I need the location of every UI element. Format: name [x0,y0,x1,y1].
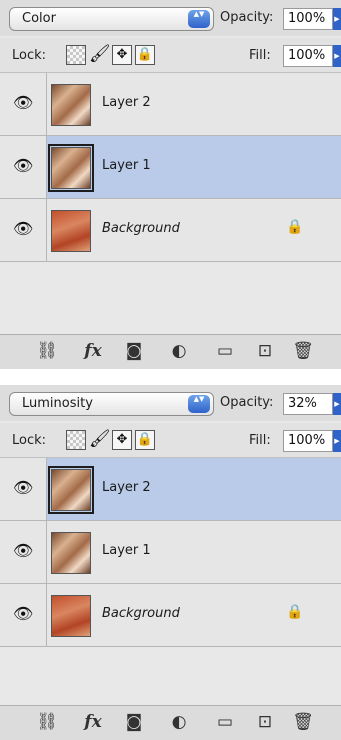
visibility-cell[interactable]: 👁 [0,584,47,646]
layer-row-background[interactable]: 👁 Background 🔒 [0,584,341,647]
visibility-cell[interactable]: 👁 [0,521,47,583]
visibility-cell[interactable]: 👁 [0,136,47,198]
lock-label: Lock: [12,433,47,448]
lock-image-pixels-icon[interactable]: 🖌 [89,430,111,450]
link-layers-icon[interactable]: ⛓ [32,711,62,733]
eye-icon[interactable]: 👁 [13,93,33,113]
blend-options-row: Color ▲▼ Opacity: 100% ▶ [0,0,341,36]
layers-empty-area [0,647,341,705]
opacity-label: Opacity: [220,10,274,25]
layer-row-layer-2[interactable]: 👁 Layer 2 [0,73,341,136]
blend-mode-value: Color [22,11,56,26]
layer-thumbnail [51,84,91,126]
trash-icon[interactable]: 🗑 [292,711,314,733]
layers-panel-top: Color ▲▼ Opacity: 100% ▶ Lock: 🖌 ✥ 🔒 Fil… [0,0,341,369]
layer-row-layer-2[interactable]: 👁 Layer 2 [0,458,341,521]
eye-icon[interactable]: 👁 [13,541,33,561]
eye-icon[interactable]: 👁 [13,156,33,176]
fill-label: Fill: [249,433,271,448]
lock-position-icon[interactable]: ✥ [112,430,132,450]
lock-all-icon[interactable]: 🔒 [135,45,155,65]
fx-icon[interactable]: fx [78,340,108,362]
link-layers-icon[interactable]: ⛓ [32,340,62,362]
blend-mode-value: Luminosity [22,396,93,411]
lock-label: Lock: [12,48,47,63]
layers-panel-bottom: Luminosity ▲▼ Opacity: 32% ▶ Lock: 🖌 ✥ 🔒… [0,385,341,740]
layer-row-background[interactable]: 👁 Background 🔒 [0,199,341,262]
lock-all-icon[interactable]: 🔒 [135,430,155,450]
opacity-label: Opacity: [220,395,274,410]
opacity-slider-arrow-icon[interactable]: ▶ [333,8,341,30]
fill-label: Fill: [249,48,271,63]
opacity-input[interactable]: 100% [283,8,333,30]
layer-thumbnail [51,595,91,637]
lock-position-icon[interactable]: ✥ [112,45,132,65]
lock-image-pixels-icon[interactable]: 🖌 [89,45,111,65]
fill-slider-arrow-icon[interactable]: ▶ [333,430,341,452]
layer-row-layer-1[interactable]: 👁 Layer 1 [0,521,341,584]
visibility-cell[interactable]: 👁 [0,199,47,261]
eye-icon[interactable]: 👁 [13,478,33,498]
layers-empty-area [0,262,341,334]
lock-icon: 🔒 [286,219,304,235]
eye-icon[interactable]: 👁 [13,604,33,624]
layer-name: Layer 1 [102,543,151,558]
adjustment-layer-icon[interactable]: ◐ [166,340,192,362]
blend-mode-dropdown[interactable]: Color ▲▼ [9,7,214,31]
visibility-cell[interactable]: 👁 [0,73,47,135]
opacity-input[interactable]: 32% [283,393,333,415]
blend-mode-dropdown[interactable]: Luminosity ▲▼ [9,392,214,416]
new-layer-icon[interactable]: ⊡ [254,711,276,733]
layer-name: Layer 2 [102,95,151,110]
lock-icon: 🔒 [286,604,304,620]
trash-icon[interactable]: 🗑 [292,340,314,362]
add-mask-icon[interactable]: ◙ [122,340,146,362]
layer-thumbnail [48,144,94,192]
lock-options-row: Lock: 🖌 ✥ 🔒 Fill: 100% ▶ [0,423,341,458]
lock-transparent-pixels-icon[interactable] [66,430,86,450]
layers-footer-toolbar: ⛓ fx ◙ ◐ ▭ ⊡ 🗑 [0,705,341,740]
layer-thumbnail [51,210,91,252]
fill-input[interactable]: 100% [283,430,333,452]
new-group-icon[interactable]: ▭ [214,711,236,733]
eye-icon[interactable]: 👁 [13,219,33,239]
layer-thumbnail [51,532,91,574]
add-mask-icon[interactable]: ◙ [122,711,146,733]
layers-footer-toolbar: ⛓ fx ◙ ◐ ▭ ⊡ 🗑 [0,334,341,369]
blend-options-row: Luminosity ▲▼ Opacity: 32% ▶ [0,385,341,421]
adjustment-layer-icon[interactable]: ◐ [166,711,192,733]
layer-name: Layer 1 [102,158,151,173]
layer-name: Background [102,221,180,236]
fill-input[interactable]: 100% [283,45,333,67]
layer-name: Background [102,606,180,621]
new-layer-icon[interactable]: ⊡ [254,340,276,362]
fx-icon[interactable]: fx [78,711,108,733]
lock-options-row: Lock: 🖌 ✥ 🔒 Fill: 100% ▶ [0,38,341,73]
lock-transparent-pixels-icon[interactable] [66,45,86,65]
opacity-slider-arrow-icon[interactable]: ▶ [333,393,341,415]
dropdown-stepper-icon: ▲▼ [188,10,210,28]
new-group-icon[interactable]: ▭ [214,340,236,362]
dropdown-stepper-icon: ▲▼ [188,395,210,413]
layer-name: Layer 2 [102,480,151,495]
layer-row-layer-1[interactable]: 👁 Layer 1 [0,136,341,199]
fill-slider-arrow-icon[interactable]: ▶ [333,45,341,67]
visibility-cell[interactable]: 👁 [0,458,47,520]
layer-thumbnail [48,466,94,514]
